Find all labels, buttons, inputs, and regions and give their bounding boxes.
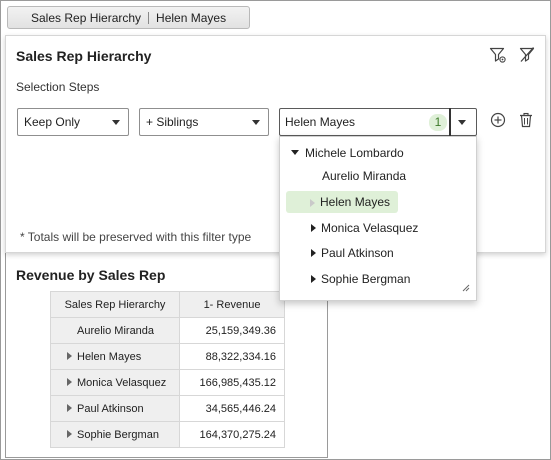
- list-item-label: Aurelio Miranda: [322, 169, 407, 183]
- row-name: Helen Mayes: [77, 350, 142, 363]
- panel-title: Sales Rep Hierarchy: [16, 48, 152, 64]
- filter-breadcrumb[interactable]: Sales Rep Hierarchy Helen Mayes: [7, 6, 250, 29]
- row-name: Sophie Bergman: [77, 428, 159, 441]
- chevron-down-icon: [252, 120, 260, 125]
- report-title: Revenue by Sales Rep: [16, 267, 166, 283]
- panel-toolbar: [489, 46, 535, 64]
- list-item-parent[interactable]: Michele Lombardo: [291, 142, 404, 164]
- revenue-table: Sales Rep Hierarchy 1- Revenue Aurelio M…: [50, 291, 285, 448]
- add-circle-icon[interactable]: [490, 112, 506, 131]
- chevron-down-icon: [112, 120, 120, 125]
- breadcrumb-member: Helen Mayes: [156, 10, 227, 25]
- select-divider: [449, 108, 451, 136]
- row-name: Monica Velasquez: [77, 376, 167, 389]
- relation-select-value: + Siblings: [146, 115, 199, 129]
- list-item[interactable]: Sophie Bergman: [311, 268, 410, 290]
- chevron-down-icon[interactable]: [458, 120, 466, 125]
- row-revenue: 88,322,334.16: [179, 343, 285, 370]
- member-dropdown-list: Michele Lombardo Aurelio Miranda Helen M…: [279, 136, 477, 301]
- row-name: Aurelio Miranda: [77, 324, 155, 337]
- row-revenue: 166,985,435.12: [179, 369, 285, 396]
- list-item-label: Helen Mayes: [320, 195, 391, 209]
- breadcrumb-separator: [148, 11, 150, 24]
- totals-note: * Totals will be preserved with this fil…: [20, 230, 252, 244]
- selected-count-badge: 1: [429, 114, 447, 131]
- expand-icon[interactable]: [311, 248, 316, 257]
- row-name-cell: Monica Velasquez: [50, 369, 180, 396]
- expand-icon[interactable]: [67, 403, 72, 412]
- table-row: Paul Atkinson 34,565,446.24: [50, 395, 285, 422]
- row-revenue: 164,370,275.24: [179, 421, 285, 448]
- list-item-selected[interactable]: Helen Mayes: [286, 191, 399, 213]
- filter-settings-icon[interactable]: [489, 46, 507, 64]
- table-row: Helen Mayes 88,322,334.16: [50, 343, 285, 370]
- table-header-row: Sales Rep Hierarchy 1- Revenue: [50, 291, 285, 318]
- row-name-cell: Aurelio Miranda: [50, 317, 180, 344]
- row-revenue: 25,159,349.36: [179, 317, 285, 344]
- list-item-label: Paul Atkinson: [321, 246, 394, 260]
- column-header-hierarchy[interactable]: Sales Rep Hierarchy: [50, 291, 180, 318]
- list-item-label: Monica Velasquez: [321, 221, 419, 235]
- table-row: Sophie Bergman 164,370,275.24: [50, 421, 285, 448]
- column-header-revenue[interactable]: 1- Revenue: [179, 291, 285, 318]
- row-revenue: 34,565,446.24: [179, 395, 285, 422]
- row-name: Paul Atkinson: [77, 402, 144, 415]
- table-row: Monica Velasquez 166,985,435.12: [50, 369, 285, 396]
- list-item[interactable]: Paul Atkinson: [311, 242, 394, 264]
- table-row: Aurelio Miranda 25,159,349.36: [50, 317, 285, 344]
- trash-icon[interactable]: [518, 112, 534, 131]
- row-name-cell: Paul Atkinson: [50, 395, 180, 422]
- list-item[interactable]: Monica Velasquez: [311, 217, 418, 239]
- resize-grip-icon[interactable]: [462, 281, 470, 295]
- expand-icon[interactable]: [67, 429, 72, 438]
- step-actions: [490, 112, 534, 131]
- action-select-value: Keep Only: [24, 115, 81, 129]
- expand-icon[interactable]: [311, 223, 316, 232]
- relation-select[interactable]: + Siblings: [139, 108, 269, 136]
- breadcrumb-hierarchy: Sales Rep Hierarchy: [31, 10, 142, 25]
- selection-steps-label: Selection Steps: [16, 80, 100, 94]
- collapse-icon[interactable]: [291, 150, 299, 156]
- expand-icon[interactable]: [67, 351, 72, 360]
- clear-filter-icon[interactable]: [519, 46, 535, 64]
- expand-icon[interactable]: [67, 377, 72, 386]
- row-name-cell: Sophie Bergman: [50, 421, 180, 448]
- list-item-label: Sophie Bergman: [321, 272, 411, 286]
- member-select[interactable]: Helen Mayes 1: [279, 108, 477, 136]
- expand-icon[interactable]: [311, 274, 316, 283]
- list-item[interactable]: Aurelio Miranda: [322, 165, 406, 187]
- expand-icon[interactable]: [310, 199, 315, 207]
- member-select-value: Helen Mayes: [285, 115, 356, 129]
- list-item-label: Michele Lombardo: [305, 146, 404, 160]
- row-name-cell: Helen Mayes: [50, 343, 180, 370]
- action-select[interactable]: Keep Only: [17, 108, 129, 136]
